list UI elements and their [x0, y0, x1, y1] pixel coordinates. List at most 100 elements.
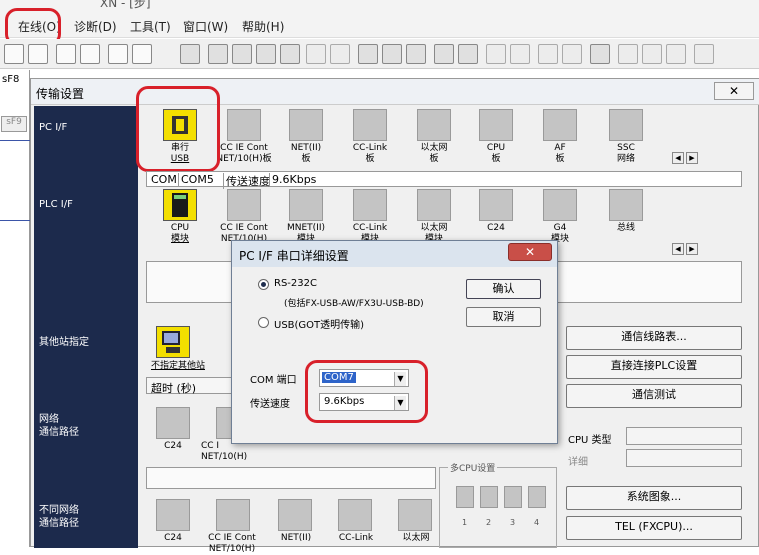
diff-network-icon-label: CC-Link	[338, 533, 374, 543]
diff-net-cc-ie-icon[interactable]	[216, 499, 250, 531]
tool-button-icon[interactable]	[108, 44, 128, 64]
window-title-fragment: XN - [步]	[100, 0, 151, 10]
scroll-right-icon[interactable]: ▶	[686, 243, 698, 255]
diff-network-icon-label: CC IE Cont NET/10(H)	[208, 533, 256, 554]
zoom-icon[interactable]	[80, 44, 100, 64]
network-route-label2: 通信路径	[39, 427, 79, 438]
mnet-module-icon[interactable]	[289, 189, 323, 221]
dialog-title: 传输设置	[36, 87, 85, 101]
usb-got-label: USB(GOT透明传输)	[274, 320, 365, 331]
scroll-right-icon[interactable]: ▶	[686, 152, 698, 164]
cpu-slot-icon[interactable]	[480, 486, 498, 508]
net-ii-board-icon[interactable]	[289, 109, 323, 141]
tool-button-icon[interactable]	[666, 44, 686, 64]
tool-button-icon[interactable]	[208, 44, 228, 64]
ssc-network-icon[interactable]	[609, 109, 643, 141]
tool-button-icon[interactable]	[330, 44, 350, 64]
scroll-left-icon[interactable]: ◀	[672, 152, 684, 164]
tool-button-icon[interactable]	[694, 44, 714, 64]
cpu-slot-icon[interactable]	[528, 486, 546, 508]
tool-button-icon[interactable]	[434, 44, 454, 64]
system-image-button[interactable]: 系统图象...	[566, 486, 742, 510]
connection-list-button[interactable]: 通信线路表...	[566, 326, 742, 350]
confirm-button[interactable]: 确认	[466, 279, 541, 299]
pc-if-icon-label: NET(II) 板	[290, 143, 322, 164]
diff-net-ethernet-icon[interactable]	[398, 499, 432, 531]
tool-button-icon[interactable]	[28, 44, 48, 64]
menu-tools[interactable]: 工具(T)	[130, 18, 171, 35]
no-other-station-icon[interactable]	[156, 326, 190, 358]
function-key-button[interactable]: sF9	[1, 116, 27, 132]
tool-button-icon[interactable]	[642, 44, 662, 64]
diff-net-c24-icon[interactable]	[156, 499, 190, 531]
search-icon[interactable]	[590, 44, 610, 64]
zoom-icon[interactable]	[56, 44, 76, 64]
cpu-slot-icon[interactable]	[456, 486, 474, 508]
rs232c-radio[interactable]	[258, 279, 269, 290]
tool-button-icon[interactable]	[358, 44, 378, 64]
cpu-slot-number: 1	[462, 518, 468, 527]
multi-cpu-group: 多CPU设置 1 2 3 4	[439, 461, 557, 548]
ethernet-board-icon[interactable]	[417, 109, 451, 141]
tool-button-icon[interactable]	[180, 44, 200, 64]
cpu-board-icon[interactable]	[479, 109, 513, 141]
cpu-slot-number: 2	[486, 518, 492, 527]
speed-label: 传送速度	[223, 173, 270, 189]
direct-connect-plc-button[interactable]: 直接连接PLC设置	[566, 355, 742, 379]
cc-link-board-icon[interactable]	[353, 109, 387, 141]
dialog-close-button[interactable]: ✕	[714, 82, 754, 100]
tool-button-icon[interactable]	[306, 44, 326, 64]
cpu-slot-icon[interactable]	[504, 486, 522, 508]
other-station-label: 其他站指定	[39, 337, 89, 348]
c24-module-icon[interactable]	[479, 189, 513, 221]
tool-button-icon[interactable]	[406, 44, 426, 64]
g4-module-icon[interactable]	[543, 189, 577, 221]
tool-button-icon[interactable]	[280, 44, 300, 64]
scroll-left-icon[interactable]: ◀	[672, 243, 684, 255]
pc-if-icon-label: AF 板	[554, 143, 566, 164]
rs232c-label: RS-232C	[274, 278, 317, 289]
cc-link-module-icon[interactable]	[353, 189, 387, 221]
cancel-button[interactable]: 取消	[466, 307, 541, 327]
bus-icon[interactable]	[609, 189, 643, 221]
diff-net-net-ii-icon[interactable]	[278, 499, 312, 531]
section-sidebar: PC I/F PLC I/F 其他站指定 网络 通信路径 不同网络 通信路径	[34, 106, 138, 548]
com-port-label: COM 端口	[250, 375, 297, 386]
menu-diagnose[interactable]: 诊断(D)	[74, 18, 117, 35]
popup-speed-label: 传送速度	[250, 399, 290, 410]
serial-detail-popup: PC I/F 串口详细设置 ✕ RS-232C (包括FX-USB-AW/FX3…	[231, 240, 558, 444]
tool-button-icon[interactable]	[232, 44, 252, 64]
cpu-type-label: CPU 类型	[568, 435, 612, 446]
cc-ie-module-icon[interactable]	[227, 189, 261, 221]
zoom-icon[interactable]	[132, 44, 152, 64]
tel-fxcpu-button[interactable]: TEL (FXCPU)...	[566, 516, 742, 540]
cc-ie-board-icon[interactable]	[227, 109, 261, 141]
plc-if-icon-label: C24	[487, 223, 505, 233]
menu-help[interactable]: 帮助(H)	[242, 18, 284, 35]
network-c24-icon[interactable]	[156, 407, 190, 439]
cpu-module-icon[interactable]	[163, 189, 197, 221]
ethernet-module-icon[interactable]	[417, 189, 451, 221]
toolbar	[0, 39, 759, 69]
detail-label: 详细	[568, 457, 588, 468]
com-label: COM	[151, 173, 177, 186]
menu-window[interactable]: 窗口(W)	[183, 18, 228, 35]
tool-button-icon[interactable]	[4, 44, 24, 64]
popup-close-button[interactable]: ✕	[508, 243, 552, 261]
pc-if-status-bar: COM COM5 传送速度 9.6Kbps	[146, 171, 742, 189]
tool-button-icon[interactable]	[562, 44, 582, 64]
connection-test-button[interactable]: 通信测试	[566, 384, 742, 408]
no-other-station-label: 不指定其他站	[150, 361, 205, 371]
diff-net-cc-link-icon[interactable]	[338, 499, 372, 531]
tool-button-icon[interactable]	[510, 44, 530, 64]
tool-button-icon[interactable]	[486, 44, 506, 64]
tool-button-icon[interactable]	[382, 44, 402, 64]
plc-if-icon-label: CPU 模块	[170, 223, 190, 244]
usb-got-radio[interactable]	[258, 317, 269, 328]
tool-button-icon[interactable]	[538, 44, 558, 64]
tool-button-icon[interactable]	[458, 44, 478, 64]
zoom-icon[interactable]	[256, 44, 276, 64]
tool-button-icon[interactable]	[618, 44, 638, 64]
af-board-icon[interactable]	[543, 109, 577, 141]
pc-if-icon-label: SSC 网络	[616, 143, 635, 164]
